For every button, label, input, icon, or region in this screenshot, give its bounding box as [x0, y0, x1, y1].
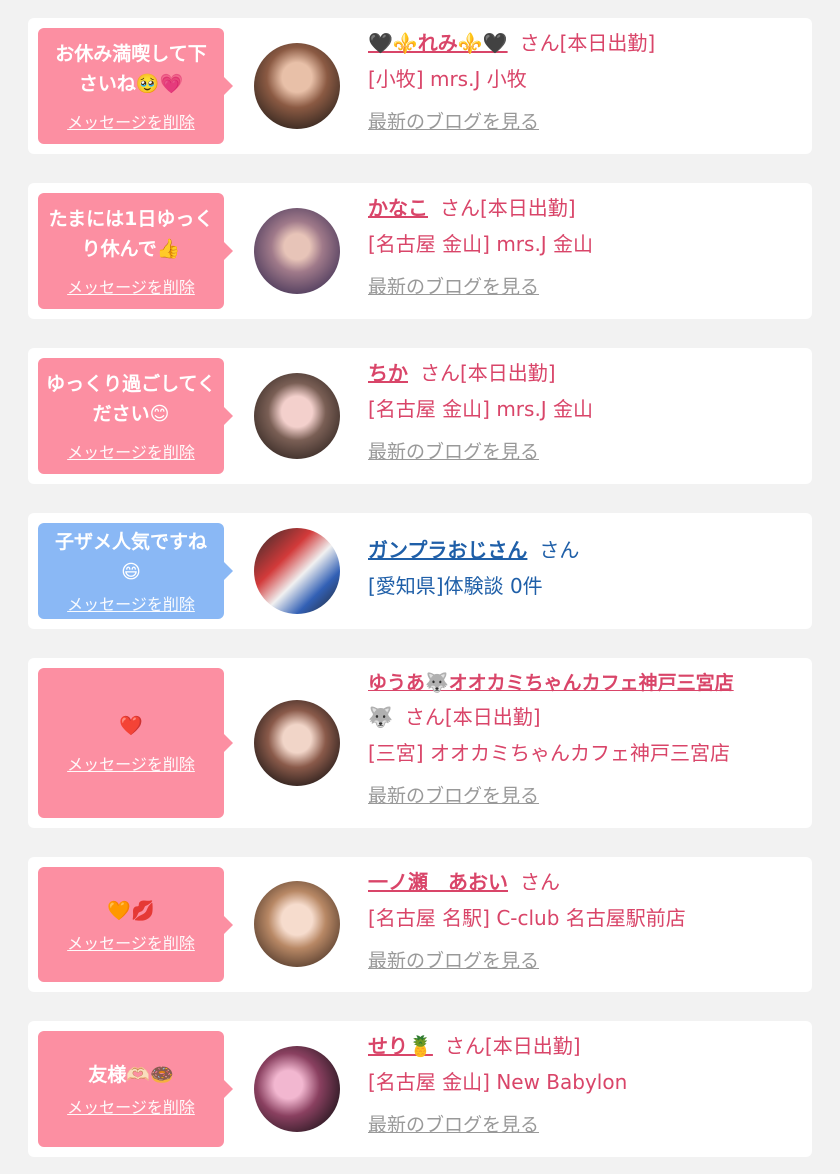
message-bubble: お休み満喫して下さいね🥹💗 メッセージを削除 — [38, 28, 233, 144]
message-text: たまには1日ゆっくり休んで👍 — [48, 208, 214, 260]
delete-message-link[interactable]: メッセージを削除 — [67, 751, 195, 775]
name-line: かなこ さん[本日出勤] — [368, 193, 804, 223]
girl-name-link[interactable]: 🖤⚜️れみ⚜️🖤 — [368, 31, 508, 55]
message-text: ゆっくり過ごしてください😊 — [46, 373, 216, 425]
status-text: さん — [520, 870, 560, 894]
delete-message-link[interactable]: メッセージを削除 — [67, 439, 195, 463]
name-line: ガンプラおじさん さん — [368, 535, 804, 565]
shop-text: [名古屋 金山] mrs.J 金山 — [368, 232, 594, 256]
avatar[interactable] — [254, 208, 340, 294]
avatar[interactable] — [254, 881, 340, 967]
avatar[interactable] — [254, 528, 340, 614]
delete-message-link[interactable]: メッセージを削除 — [67, 1094, 195, 1118]
message-card: ❤️ メッセージを削除 ゆうあ🐺オオカミちゃんカフェ神戸三宮店 🐺 さん[本日出勤… — [28, 658, 812, 828]
message-card: 子ザメ人気ですね😄 メッセージを削除 ガンプラおじさん さん [愛知県]体験談 0… — [28, 513, 812, 629]
status-text: さん — [539, 538, 580, 562]
reviews-text: [愛知県]体験談 0件 — [368, 574, 543, 598]
status-text: さん[本日出勤] — [444, 1034, 581, 1058]
profile-info: ガンプラおじさん さん [愛知県]体験談 0件 — [368, 535, 804, 601]
name-line: 一ノ瀬 あおい さん — [368, 867, 804, 897]
message-card: 🧡💋 メッセージを削除 一ノ瀬 あおい さん [名古屋 名駅] C-club 名古… — [28, 857, 812, 992]
message-bubble: たまには1日ゆっくり休んで👍 メッセージを削除 — [38, 193, 233, 309]
name-line: ちか さん[本日出勤] — [368, 358, 804, 388]
profile-info: かなこ さん[本日出勤] [名古屋 金山] mrs.J 金山 最新のブログを見る — [368, 193, 804, 301]
message-card: たまには1日ゆっくり休んで👍 メッセージを削除 かなこ さん[本日出勤] [名古屋… — [28, 183, 812, 319]
status-text: さん[本日出勤] — [440, 196, 576, 220]
girl-name-link[interactable]: ゆうあ🐺オオカミちゃんカフェ神戸三宮店 — [368, 672, 734, 694]
delete-message-link[interactable]: メッセージを削除 — [67, 930, 195, 954]
name-line: ゆうあ🐺オオカミちゃんカフェ神戸三宮店 — [368, 668, 804, 698]
latest-blog-link[interactable]: 最新のブログを見る — [368, 782, 804, 810]
message-bubble: ❤️ メッセージを削除 — [38, 668, 233, 818]
message-card: お休み満喫して下さいね🥹💗 メッセージを削除 🖤⚜️れみ⚜️🖤 さん[本日出勤] … — [28, 18, 812, 154]
profile-info: 🖤⚜️れみ⚜️🖤 さん[本日出勤] [小牧] mrs.J 小牧 最新のブログを見る — [368, 28, 804, 136]
message-text: 🧡💋 — [107, 899, 155, 922]
girl-name-link[interactable]: 一ノ瀬 あおい — [368, 870, 508, 894]
shop-text: [三宮] オオカミちゃんカフェ神戸三宮店 — [368, 741, 730, 765]
latest-blog-link[interactable]: 最新のブログを見る — [368, 273, 804, 301]
avatar[interactable] — [254, 700, 340, 786]
delete-message-link[interactable]: メッセージを削除 — [67, 274, 195, 298]
shop-text: [名古屋 金山] New Babylon — [368, 1070, 628, 1094]
message-text: 友様🫶🏻🍩 — [88, 1064, 174, 1086]
profile-info: ちか さん[本日出勤] [名古屋 金山] mrs.J 金山 最新のブログを見る — [368, 358, 804, 466]
girl-name-link[interactable]: せり🍍 — [368, 1034, 433, 1058]
message-bubble: 子ザメ人気ですね😄 メッセージを削除 — [38, 523, 233, 619]
message-card: ゆっくり過ごしてください😊 メッセージを削除 ちか さん[本日出勤] [名古屋 金… — [28, 348, 812, 484]
avatar[interactable] — [254, 373, 340, 459]
latest-blog-link[interactable]: 最新のブログを見る — [368, 108, 804, 136]
shop-text: [名古屋 金山] mrs.J 金山 — [368, 397, 594, 421]
message-bubble: 🧡💋 メッセージを削除 — [38, 867, 233, 982]
profile-info: 一ノ瀬 あおい さん [名古屋 名駅] C-club 名古屋駅前店 最新のブログを… — [368, 867, 804, 975]
user-name-link[interactable]: ガンプラおじさん — [368, 538, 527, 562]
avatar[interactable] — [254, 43, 340, 129]
name-line-cont: 🐺 さん[本日出勤] — [368, 702, 804, 732]
latest-blog-link[interactable]: 最新のブログを見る — [368, 947, 804, 975]
delete-message-link[interactable]: メッセージを削除 — [67, 591, 195, 615]
shop-text: [名古屋 名駅] C-club 名古屋駅前店 — [368, 906, 686, 930]
profile-info: せり🍍 さん[本日出勤] [名古屋 金山] New Babylon 最新のブログを… — [368, 1031, 804, 1139]
message-text: お休み満喫して下さいね🥹💗 — [55, 43, 207, 95]
message-bubble: 友様🫶🏻🍩 メッセージを削除 — [38, 1031, 233, 1147]
girl-name-link[interactable]: ちか — [368, 361, 408, 385]
delete-message-link[interactable]: メッセージを削除 — [67, 109, 195, 133]
latest-blog-link[interactable]: 最新のブログを見る — [368, 438, 804, 466]
name-line: せり🍍 さん[本日出勤] — [368, 1031, 804, 1061]
status-text: さん[本日出勤] — [404, 705, 541, 729]
status-text: さん[本日出勤] — [519, 31, 656, 55]
avatar[interactable] — [254, 1046, 340, 1132]
girl-name-link[interactable]: かなこ — [368, 196, 428, 220]
name-line: 🖤⚜️れみ⚜️🖤 さん[本日出勤] — [368, 28, 804, 58]
latest-blog-link[interactable]: 最新のブログを見る — [368, 1111, 804, 1139]
message-text: 子ザメ人気ですね😄 — [54, 531, 207, 583]
message-text: ❤️ — [119, 715, 143, 737]
status-text: さん[本日出勤] — [420, 361, 556, 385]
message-bubble: ゆっくり過ごしてください😊 メッセージを削除 — [38, 358, 233, 474]
wolf-icon: 🐺 — [368, 705, 393, 729]
message-card: 友様🫶🏻🍩 メッセージを削除 せり🍍 さん[本日出勤] [名古屋 金山] New … — [28, 1021, 812, 1157]
profile-info: ゆうあ🐺オオカミちゃんカフェ神戸三宮店 🐺 さん[本日出勤] [三宮] オオカミち… — [368, 668, 804, 810]
shop-text: [小牧] mrs.J 小牧 — [368, 67, 527, 91]
